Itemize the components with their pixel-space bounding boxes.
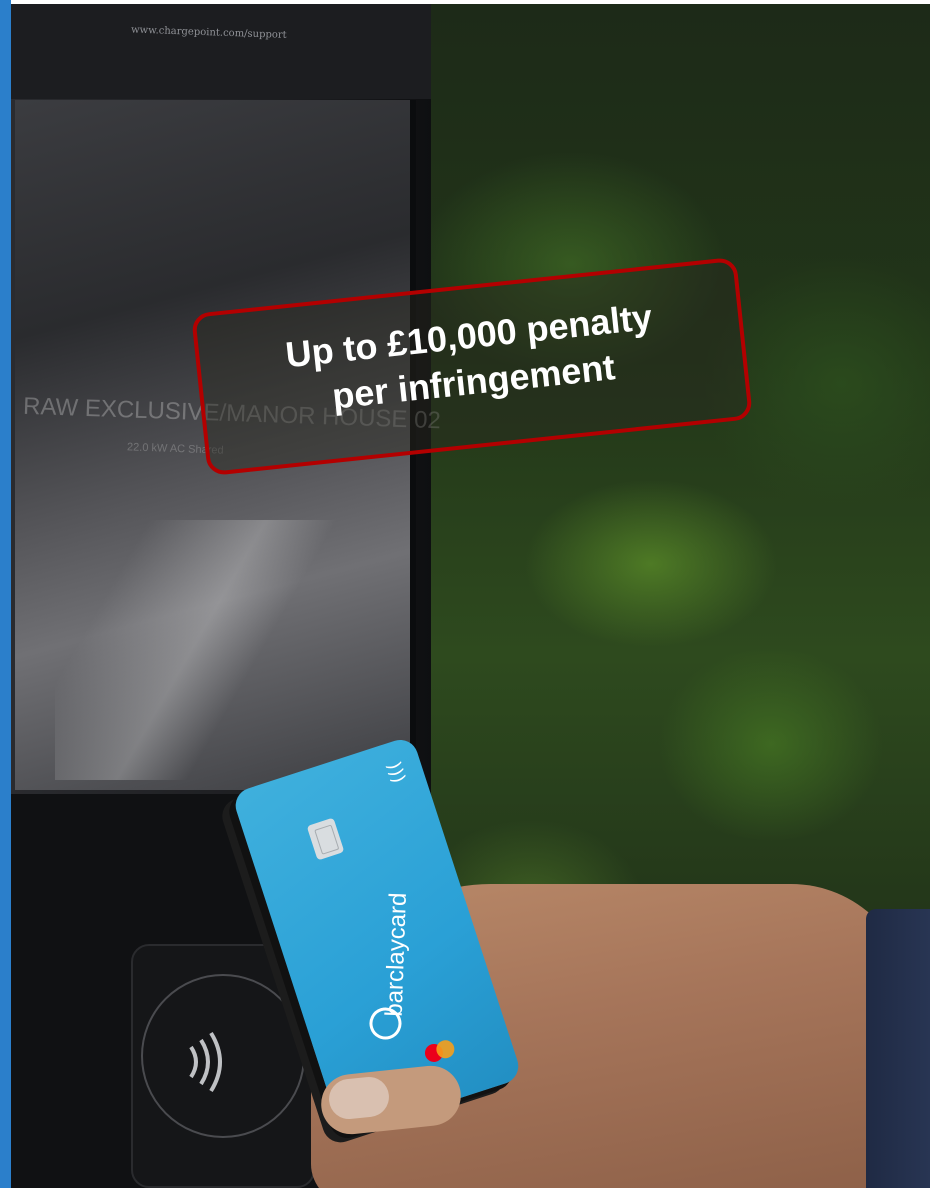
contactless-icon: )))	[382, 759, 410, 786]
contactless-reader-icon	[189, 1031, 222, 1093]
page: www.chargepoint.com/support RAW EXCLUSIV…	[0, 0, 930, 1188]
charging-payment-photo: www.chargepoint.com/support RAW EXCLUSIV…	[11, 4, 930, 1188]
chip-icon	[306, 817, 345, 861]
screen-glare	[55, 520, 375, 780]
kiosk-support-url: www.chargepoint.com/support	[130, 24, 287, 41]
card-brand-name: barclaycard	[380, 892, 412, 1018]
jacket-sleeve	[866, 909, 930, 1188]
accent-bar	[0, 0, 11, 1188]
kiosk-header: www.chargepoint.com/support	[11, 4, 431, 99]
penalty-callout-text: Up to £10,000 penalty per infringement	[198, 285, 745, 433]
